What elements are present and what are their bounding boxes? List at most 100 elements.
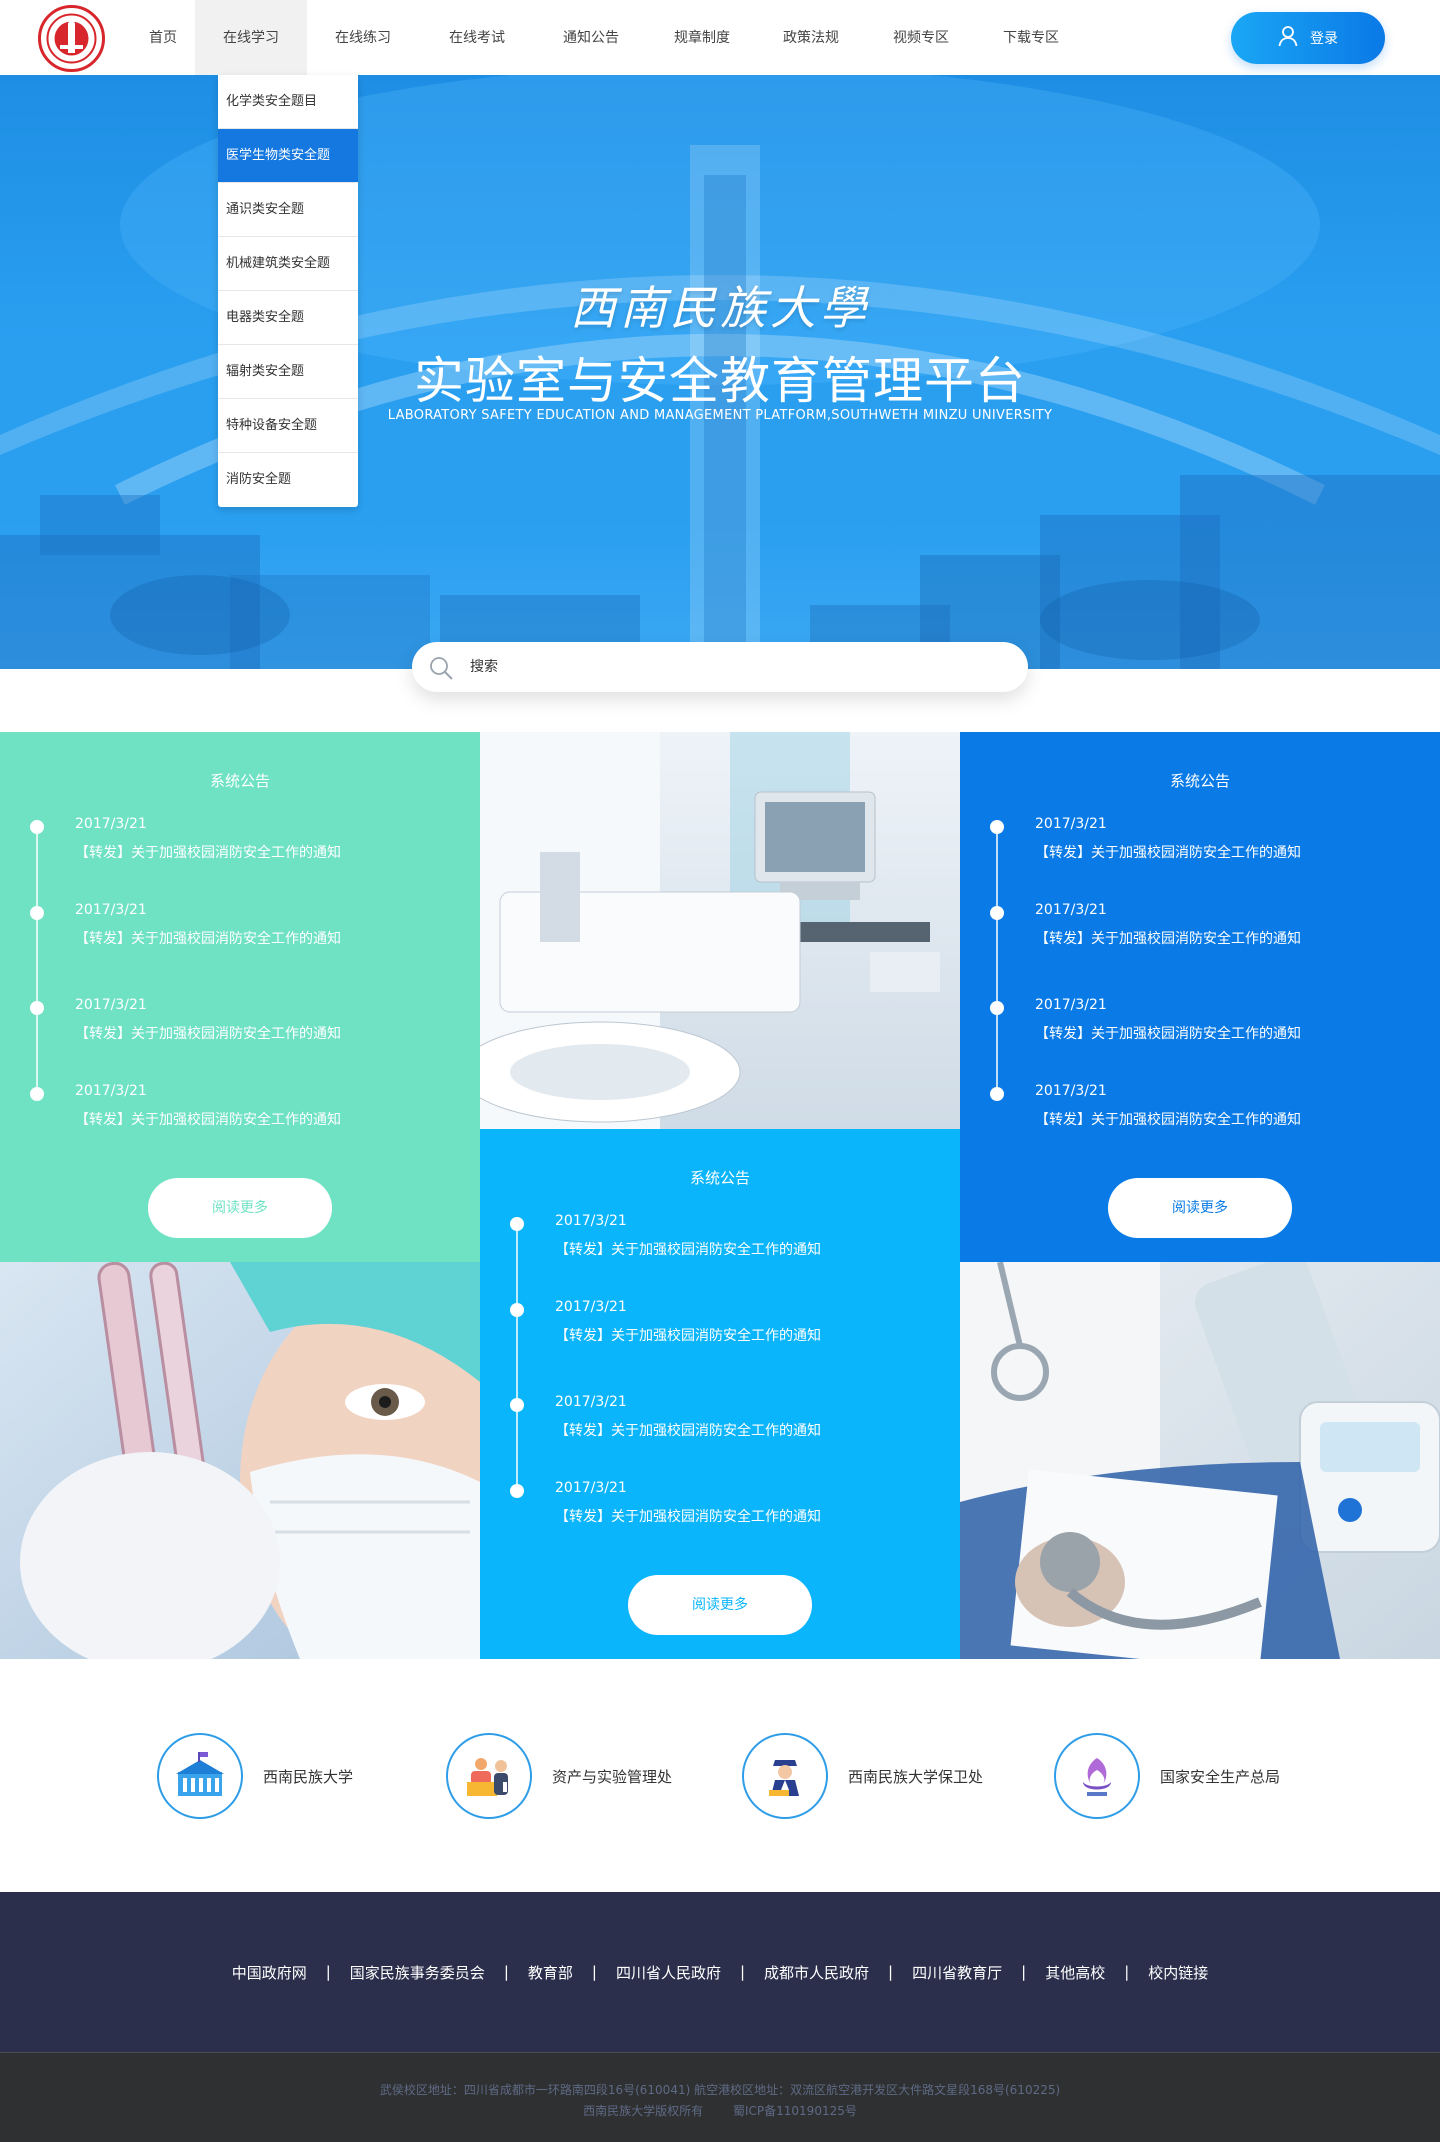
footer-separator: |	[591, 1963, 597, 1981]
login-button[interactable]: 登录	[1231, 12, 1385, 64]
nav-online-practice[interactable]: 在线练习	[307, 0, 419, 75]
news-item[interactable]: 2017/3/21 【转发】关于加强校园消防安全工作的通知	[480, 1480, 960, 1540]
search-icon[interactable]	[428, 655, 454, 681]
news-item[interactable]: 2017/3/21 【转发】关于加强校园消防安全工作的通知	[480, 1394, 960, 1454]
partner-link[interactable]: 资产与实验管理处	[446, 1732, 672, 1820]
footer-link-chengdu-gov[interactable]: 成都市人民政府	[764, 1962, 869, 1983]
dropdown-item-chemistry[interactable]: 化学类安全题目	[218, 75, 358, 129]
read-more-button[interactable]: 阅读更多	[148, 1178, 332, 1238]
dropdown-item-electrical[interactable]: 电器类安全题	[218, 291, 358, 345]
news-item[interactable]: 2017/3/21 【转发】关于加强校园消防安全工作的通知	[480, 1299, 960, 1359]
office-staff-icon	[446, 1733, 532, 1819]
dropdown-item-mechanical-construction[interactable]: 机械建筑类安全题	[218, 237, 358, 291]
university-logo[interactable]	[38, 5, 105, 72]
partner-link[interactable]: 西南民族大学保卫处	[742, 1732, 983, 1820]
nav-online-exam[interactable]: 在线考试	[419, 0, 535, 75]
read-more-button[interactable]: 阅读更多	[1108, 1178, 1292, 1238]
main-nav: 首页 在线学习 在线练习 在线考试 通知公告 规章制度 政策法规 视频专区 下载…	[131, 0, 1085, 75]
footer-separator: |	[325, 1963, 331, 1981]
news-date: 2017/3/21	[555, 1213, 627, 1229]
news-date: 2017/3/21	[555, 1394, 627, 1410]
news-title[interactable]: 【转发】关于加强校园消防安全工作的通知	[1035, 928, 1301, 948]
footer-link-other-universities[interactable]: 其他高校	[1045, 1962, 1105, 1983]
lab-equipment-image	[480, 732, 960, 1129]
news-item[interactable]: 2017/3/21 【转发】关于加强校园消防安全工作的通知	[0, 997, 480, 1057]
news-item[interactable]: 2017/3/21 【转发】关于加强校园消防安全工作的通知	[960, 902, 1440, 962]
timeline-dot	[510, 1398, 524, 1412]
timeline-dot	[990, 906, 1004, 920]
search-input[interactable]	[470, 652, 1010, 682]
login-label: 登录	[1310, 31, 1338, 47]
footer-link-ministry-education[interactable]: 教育部	[528, 1962, 573, 1983]
news-item[interactable]: 2017/3/21 【转发】关于加强校园消防安全工作的通知	[0, 902, 480, 962]
news-date: 2017/3/21	[75, 1083, 147, 1099]
news-date: 2017/3/21	[1035, 1083, 1107, 1099]
news-title[interactable]: 【转发】关于加强校园消防安全工作的通知	[555, 1506, 821, 1526]
dropdown-item-radiation[interactable]: 辐射类安全题	[218, 345, 358, 399]
footer-link-gov[interactable]: 中国政府网	[232, 1962, 307, 1983]
timeline-dot	[990, 1001, 1004, 1015]
footer-separator: |	[1124, 1963, 1130, 1981]
news-title[interactable]: 【转发】关于加强校园消防安全工作的通知	[1035, 1109, 1301, 1129]
footer-separator: |	[739, 1963, 746, 1981]
footer-link-ethnic-affairs[interactable]: 国家民族事务委员会	[350, 1962, 485, 1983]
learning-dropdown-menu: 化学类安全题目 医学生物类安全题 通识类安全题 机械建筑类安全题 电器类安全题 …	[218, 75, 358, 507]
dropdown-item-biomedical[interactable]: 医学生物类安全题	[218, 129, 358, 183]
footer-link-sichuan-education[interactable]: 四川省教育厅	[912, 1962, 1002, 1983]
footer-separator: |	[888, 1963, 894, 1981]
hero-subtitle: LABORATORY SAFETY EDUCATION AND MANAGEME…	[387, 408, 1053, 423]
news-item[interactable]: 2017/3/21 【转发】关于加强校园消防安全工作的通知	[960, 1083, 1440, 1143]
nav-notices[interactable]: 通知公告	[535, 0, 647, 75]
news-title[interactable]: 【转发】关于加强校园消防安全工作的通知	[555, 1239, 821, 1259]
user-icon	[1278, 25, 1298, 51]
news-item[interactable]: 2017/3/21 【转发】关于加强校园消防安全工作的通知	[480, 1213, 960, 1273]
footer-links-bar: 中国政府网 | 国家民族事务委员会 | 教育部 | 四川省人民政府 | 成都市人…	[0, 1892, 1440, 2052]
news-title[interactable]: 【转发】关于加强校园消防安全工作的通知	[1035, 842, 1301, 862]
nav-videos[interactable]: 视频专区	[865, 0, 977, 75]
news-title[interactable]: 【转发】关于加强校园消防安全工作的通知	[555, 1420, 821, 1440]
blood-pressure-image	[960, 1262, 1440, 1659]
news-title[interactable]: 【转发】关于加强校园消防安全工作的通知	[555, 1325, 821, 1345]
medical-researcher-image	[0, 1262, 480, 1659]
university-building-icon	[157, 1733, 243, 1819]
partner-link[interactable]: 国家安全生产总局	[1054, 1732, 1280, 1820]
news-title[interactable]: 【转发】关于加强校园消防安全工作的通知	[75, 1023, 341, 1043]
news-title[interactable]: 【转发】关于加强校园消防安全工作的通知	[75, 928, 341, 948]
notice-panel-blue: 系统公告 2017/3/21 【转发】关于加强校园消防安全工作的通知 2017/…	[960, 732, 1440, 1262]
nav-policies[interactable]: 政策法规	[757, 0, 865, 75]
footer-icp: 蜀ICP备110190125号	[732, 2104, 857, 2118]
timeline-dot	[30, 820, 44, 834]
timeline-dot	[510, 1303, 524, 1317]
partner-name: 西南民族大学	[263, 1767, 354, 1786]
news-item[interactable]: 2017/3/21 【转发】关于加强校园消防安全工作的通知	[0, 816, 480, 876]
news-title[interactable]: 【转发】关于加强校园消防安全工作的通知	[75, 1109, 341, 1129]
timeline-dot	[510, 1484, 524, 1498]
timeline-dot	[990, 820, 1004, 834]
news-date: 2017/3/21	[75, 902, 147, 918]
news-title[interactable]: 【转发】关于加强校园消防安全工作的通知	[1035, 1023, 1301, 1043]
partner-link[interactable]: 西南民族大学	[157, 1732, 353, 1820]
news-date: 2017/3/21	[1035, 816, 1107, 832]
nav-downloads[interactable]: 下载专区	[977, 0, 1085, 75]
nav-regulations[interactable]: 规章制度	[647, 0, 757, 75]
nav-online-learning[interactable]: 在线学习	[195, 0, 307, 75]
news-date: 2017/3/21	[555, 1480, 627, 1496]
dropdown-item-special-equipment[interactable]: 特种设备安全题	[218, 399, 358, 453]
partner-name: 国家安全生产总局	[1160, 1767, 1281, 1786]
news-title[interactable]: 【转发】关于加强校园消防安全工作的通知	[75, 842, 341, 862]
footer-link-campus[interactable]: 校内链接	[1148, 1962, 1208, 1983]
news-item[interactable]: 2017/3/21 【转发】关于加强校园消防安全工作的通知	[960, 997, 1440, 1057]
news-item[interactable]: 2017/3/21 【转发】关于加强校园消防安全工作的通知	[0, 1083, 480, 1143]
dropdown-item-general[interactable]: 通识类安全题	[218, 183, 358, 237]
footer-copyright-line: 西南民族大学版权所有 蜀ICP备110190125号	[0, 2102, 1440, 2119]
safety-emblem-icon	[1054, 1733, 1140, 1819]
news-item[interactable]: 2017/3/21 【转发】关于加强校园消防安全工作的通知	[960, 816, 1440, 876]
dropdown-item-fire-safety[interactable]: 消防安全题	[218, 453, 358, 507]
read-more-button[interactable]: 阅读更多	[628, 1575, 812, 1635]
partner-name: 资产与实验管理处	[552, 1767, 673, 1786]
footer-link-sichuan-gov[interactable]: 四川省人民政府	[616, 1962, 721, 1983]
site-header: 首页 在线学习 在线练习 在线考试 通知公告 规章制度 政策法规 视频专区 下载…	[0, 0, 1440, 75]
footer-address: 武侯校区地址：四川省成都市一环路南四段16号(610041) 航空港校区地址：双…	[379, 2083, 1061, 2097]
nav-home[interactable]: 首页	[131, 0, 195, 75]
news-date: 2017/3/21	[75, 997, 147, 1013]
